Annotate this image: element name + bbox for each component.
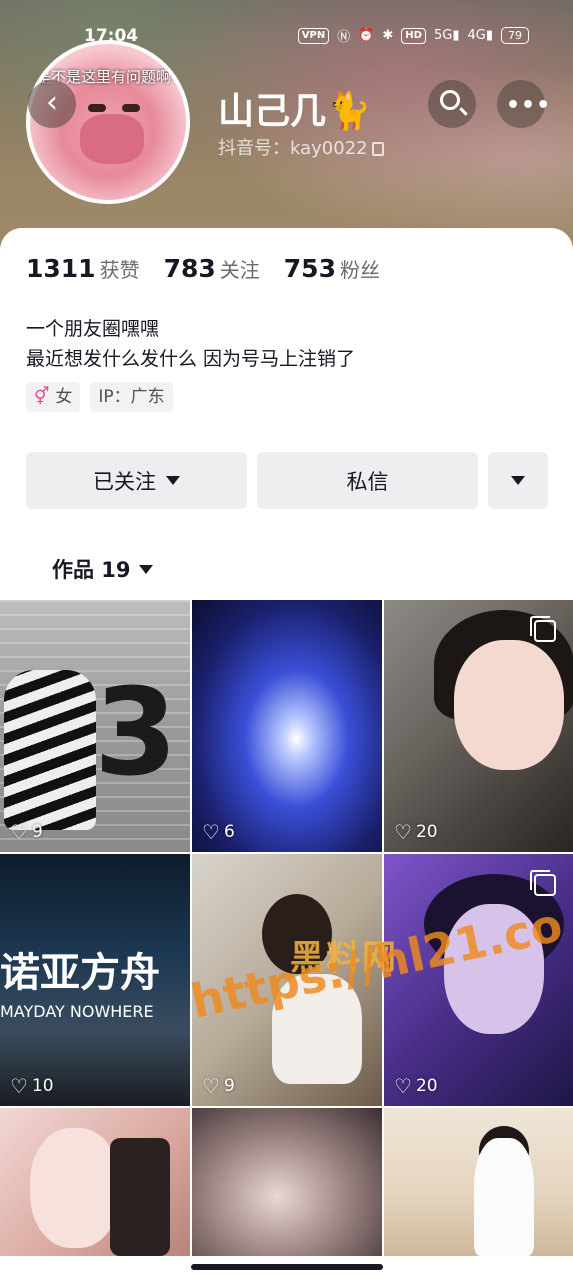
work-photo-text: 3 [94,664,178,803]
ip-tag: IP：广东 [90,382,173,412]
stat-following[interactable]: 783 关注 [164,254,260,283]
nfc-icon: Ⓝ [337,30,351,45]
stat-likes[interactable]: 1311 获赞 [26,254,140,283]
caret-down-icon [166,476,180,485]
followed-button[interactable]: 已关注 [26,452,247,509]
work-photo-subtext: MAYDAY NOWHERE [0,1002,154,1021]
bio-line-2: 最近想发什么发什么 因为号马上注销了 [26,348,356,370]
works-grid: 3 ♡ 9 ♡ 6 ♡ 20 诺亚方舟 MAYDAY NOWHERE ♡ 10 ♡ 9 ♡… [0,600,573,1256]
copy-icon[interactable] [371,142,384,156]
multi-image-icon [530,870,556,896]
more-button[interactable]: ••• [497,80,550,128]
action-buttons: 已关注 私信 [26,452,548,509]
battery-icon: 79 [501,27,529,44]
work-tile[interactable] [384,1108,573,1256]
work-tile[interactable]: ♡ 6 [192,600,382,852]
multi-image-icon [530,616,556,642]
alarm-icon: ⏰ [358,28,375,43]
like-count: ♡ 9 [202,1074,235,1098]
stats-row: 1311 获赞 783 关注 753 粉丝 [26,254,404,283]
profile-tags: ⚥ 女 IP：广东 [26,382,173,412]
home-indicator[interactable] [191,1264,383,1270]
more-dots-icon: ••• [506,93,552,118]
like-count: ♡ 20 [394,1074,438,1098]
search-icon [440,90,460,110]
bio-line-1: 一个朋友圈嘿嘿 [26,318,160,340]
caret-down-icon [511,476,525,485]
status-icons: VPN Ⓝ ⏰ ✱ HD 5G▮ 4G▮ 79 [297,26,529,45]
heart-icon: ♡ [394,820,412,844]
search-button[interactable] [428,80,476,128]
heart-icon: ♡ [202,1074,220,1098]
profile-card: 1311 获赞 783 关注 753 粉丝 一个朋友圈嘿嘿 最近想发什么发什么 … [0,228,573,600]
heart-icon: ♡ [202,820,220,844]
cat-emoji-icon: 🐈 [326,91,371,132]
vpn-icon: VPN [297,27,330,44]
avatar-mouth [80,114,144,164]
work-tile[interactable]: ♡ 20 [384,854,573,1106]
avatar-eye-left [88,104,106,112]
profile-header: 17:04 VPN Ⓝ ⏰ ✱ HD 5G▮ 4G▮ 79 是不是这里有问题啊 … [0,0,573,260]
female-icon: ⚥ [34,387,50,407]
work-photo-person [4,670,96,830]
message-button[interactable]: 私信 [257,452,478,509]
work-tile[interactable]: 3 ♡ 9 [0,600,190,852]
signal-4g-icon: 4G▮ [467,28,493,43]
heart-icon: ♡ [10,1074,28,1098]
nickname: 山己几🐈 [218,91,371,132]
heart-icon: ♡ [394,1074,412,1098]
gender-tag: ⚥ 女 [26,382,81,412]
bluetooth-icon: ✱ [382,28,394,43]
work-tile[interactable]: ♡ 20 [384,600,573,852]
like-count: ♡ 6 [202,820,235,844]
heart-icon: ♡ [10,820,28,844]
caret-down-icon [138,564,153,574]
work-tile[interactable]: ♡ 9 [192,854,382,1106]
like-count: ♡ 10 [10,1074,54,1098]
work-tile[interactable] [0,1108,190,1256]
work-tile[interactable]: 诺亚方舟 MAYDAY NOWHERE ♡ 10 [0,854,190,1106]
like-count: ♡ 20 [394,820,438,844]
hd-icon: HD [401,27,426,44]
like-count: ♡ 9 [10,820,43,844]
signal-5g-icon: 5G▮ [433,28,460,43]
douyin-id[interactable]: 抖音号：kay0022 [218,134,384,160]
chevron-left-icon: ‹ [46,85,58,120]
work-photo-text: 诺亚方舟 [0,950,160,996]
stat-followers[interactable]: 753 粉丝 [284,254,380,283]
avatar-eye-right [122,104,140,112]
recommend-dropdown-button[interactable] [488,452,548,509]
bio: 一个朋友圈嘿嘿 最近想发什么发什么 因为号马上注销了 [26,314,355,374]
back-button[interactable]: ‹ [28,80,76,128]
tab-works[interactable]: 作品 19 [52,554,153,584]
work-tile[interactable] [192,1108,382,1256]
